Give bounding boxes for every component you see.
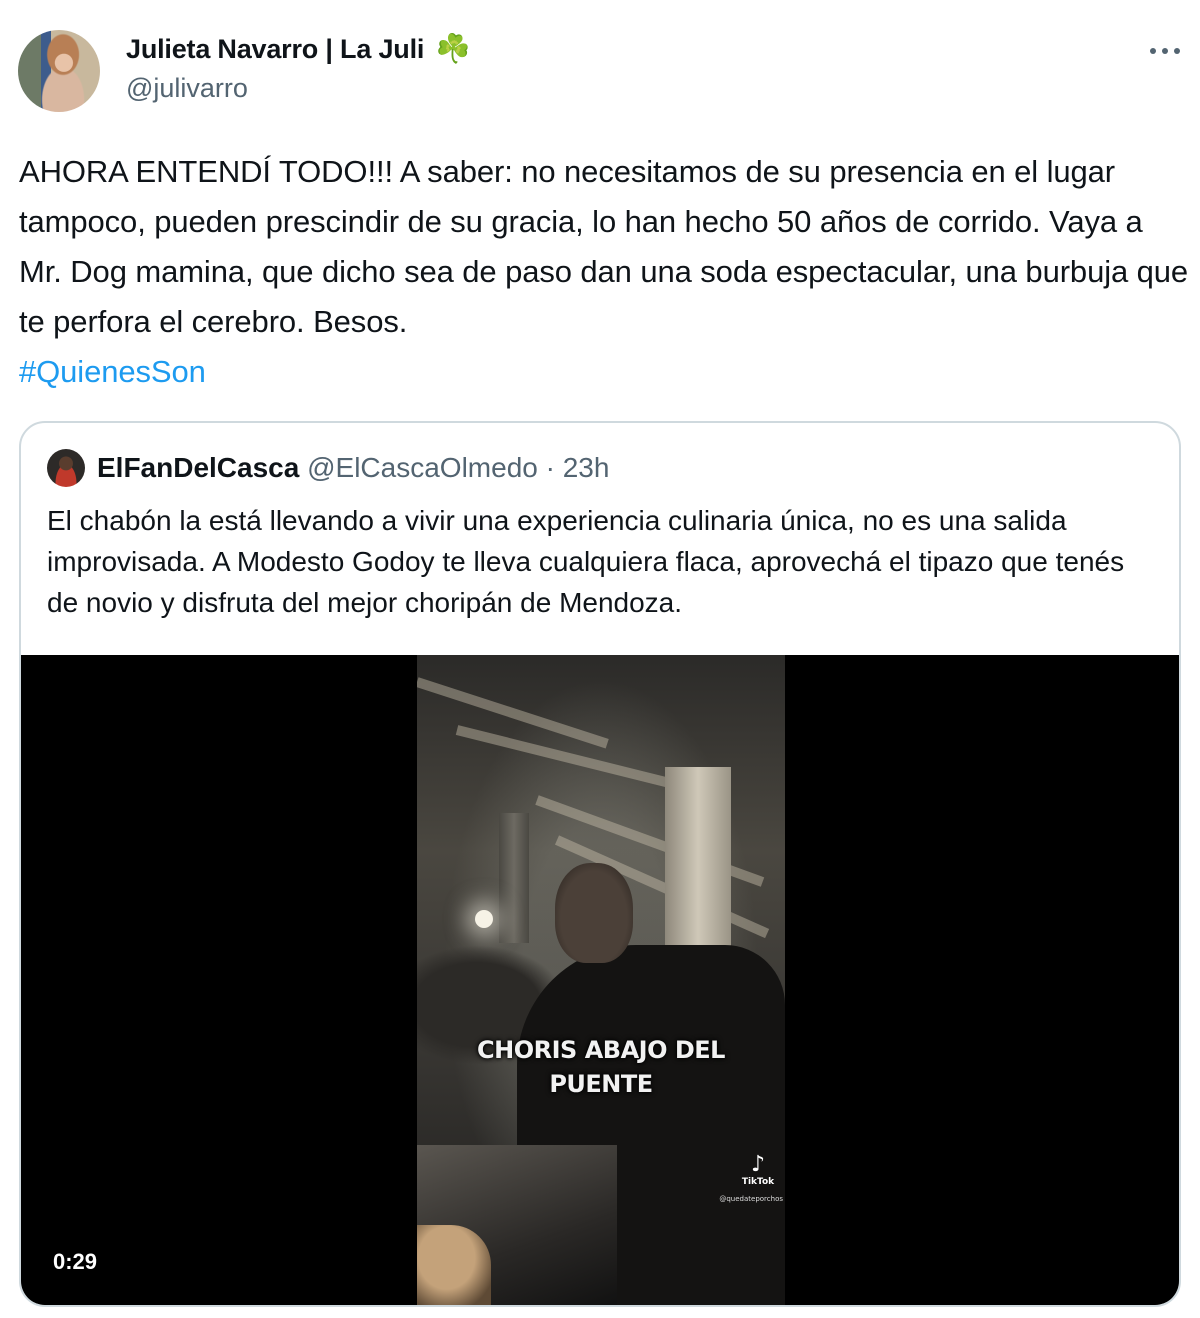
quoted-tweet-card[interactable]: ElFanDelCasca @ElCascaOlmedo · 23h El ch… — [19, 421, 1181, 1307]
author-avatar[interactable] — [18, 30, 100, 112]
person-head — [555, 863, 633, 963]
video-frame: CHORIS ABAJO DEL PUENTE ♪ TikTok @quedat… — [417, 655, 785, 1305]
author-display-name[interactable]: Julieta Navarro | La Juli ☘️ — [126, 32, 470, 65]
shamrock-icon: ☘️ — [435, 33, 471, 64]
bridge-pillar — [499, 813, 529, 943]
video-player[interactable]: CHORIS ABAJO DEL PUENTE ♪ TikTok @quedat… — [21, 655, 1179, 1305]
more-options-button[interactable] — [1142, 36, 1188, 66]
quoted-display-name[interactable]: ElFanDelCasca — [97, 452, 299, 483]
lamp-light — [475, 910, 493, 928]
food-item — [417, 1225, 491, 1305]
quoted-header: ElFanDelCasca @ElCascaOlmedo · 23h — [97, 452, 609, 484]
more-horizontal-icon — [1150, 48, 1180, 54]
hashtag-link[interactable]: #QuienesSon — [19, 347, 1189, 397]
tiktok-username: @quedateporchos — [719, 1195, 783, 1203]
video-caption: CHORIS ABAJO DEL PUENTE — [417, 1033, 785, 1101]
display-name-text: Julieta Navarro | La Juli — [126, 34, 425, 64]
caption-line-1: CHORIS ABAJO DEL — [477, 1036, 725, 1064]
author-handle[interactable]: @julivarro — [126, 73, 248, 104]
quoted-author-avatar[interactable] — [47, 449, 85, 487]
quoted-timestamp[interactable]: 23h — [563, 452, 610, 483]
caption-line-2: PUENTE — [549, 1070, 653, 1098]
tiktok-icon: ♪ — [750, 1152, 766, 1177]
separator-dot: · — [545, 452, 555, 483]
quoted-handle[interactable]: @ElCascaOlmedo — [307, 452, 538, 483]
tweet-body: AHORA ENTENDÍ TODO!!! A saber: no necesi… — [19, 154, 1189, 339]
tweet-text: AHORA ENTENDÍ TODO!!! A saber: no necesi… — [19, 147, 1189, 397]
tiktok-watermark: ♪ TikTok — [735, 1152, 781, 1188]
quoted-text: El chabón la está llevando a vivir una e… — [47, 505, 1125, 618]
video-duration: 0:29 — [53, 1249, 98, 1274]
bridge-pillar — [665, 767, 731, 972]
tiktok-brand: TikTok — [741, 1177, 775, 1187]
